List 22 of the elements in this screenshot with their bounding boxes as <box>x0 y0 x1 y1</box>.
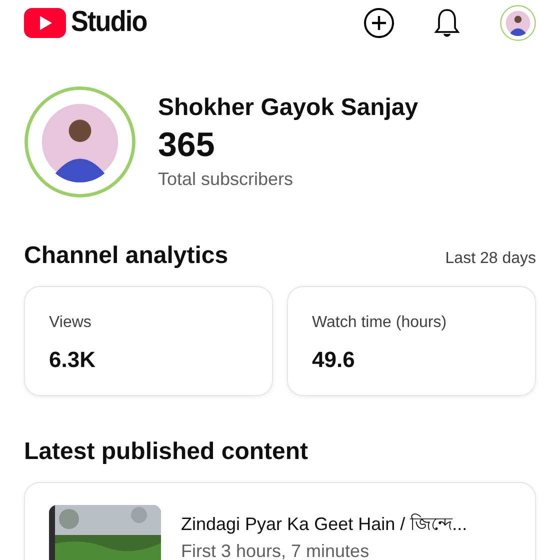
metric-label: Views <box>49 313 92 333</box>
bell-icon <box>434 8 460 38</box>
period-label: Last 28 days <box>445 249 536 269</box>
play-logo-icon <box>24 8 66 38</box>
avatar-icon <box>24 86 136 198</box>
create-button[interactable] <box>364 8 394 38</box>
metric-value: 6.3K <box>49 346 96 374</box>
video-subtitle: First 3 hours, 7 minutes <box>181 540 370 560</box>
logo-text: Studio <box>71 5 147 40</box>
notifications-button[interactable] <box>434 8 460 38</box>
content-card[interactable]: Zindagi Pyar Ka Geet Hain / জিন্দে... First 3 hours, 7 minutes <box>24 482 536 560</box>
section-title: Latest published content <box>24 438 308 465</box>
subscriber-count: 365 <box>158 125 216 166</box>
avatar-icon <box>500 5 536 41</box>
video-title: Zindagi Pyar Ka Geet Hain / জিন্দে... <box>181 512 468 536</box>
section-title: Channel analytics <box>24 241 228 271</box>
account-button[interactable] <box>500 5 536 41</box>
metric-label: Watch time (hours) <box>312 313 448 333</box>
metric-value: 49.6 <box>312 346 356 374</box>
subscriber-label: Total subscribers <box>158 168 294 191</box>
channel-name: Shokher Gayok Sanjay <box>158 93 418 123</box>
plus-icon <box>371 15 387 31</box>
